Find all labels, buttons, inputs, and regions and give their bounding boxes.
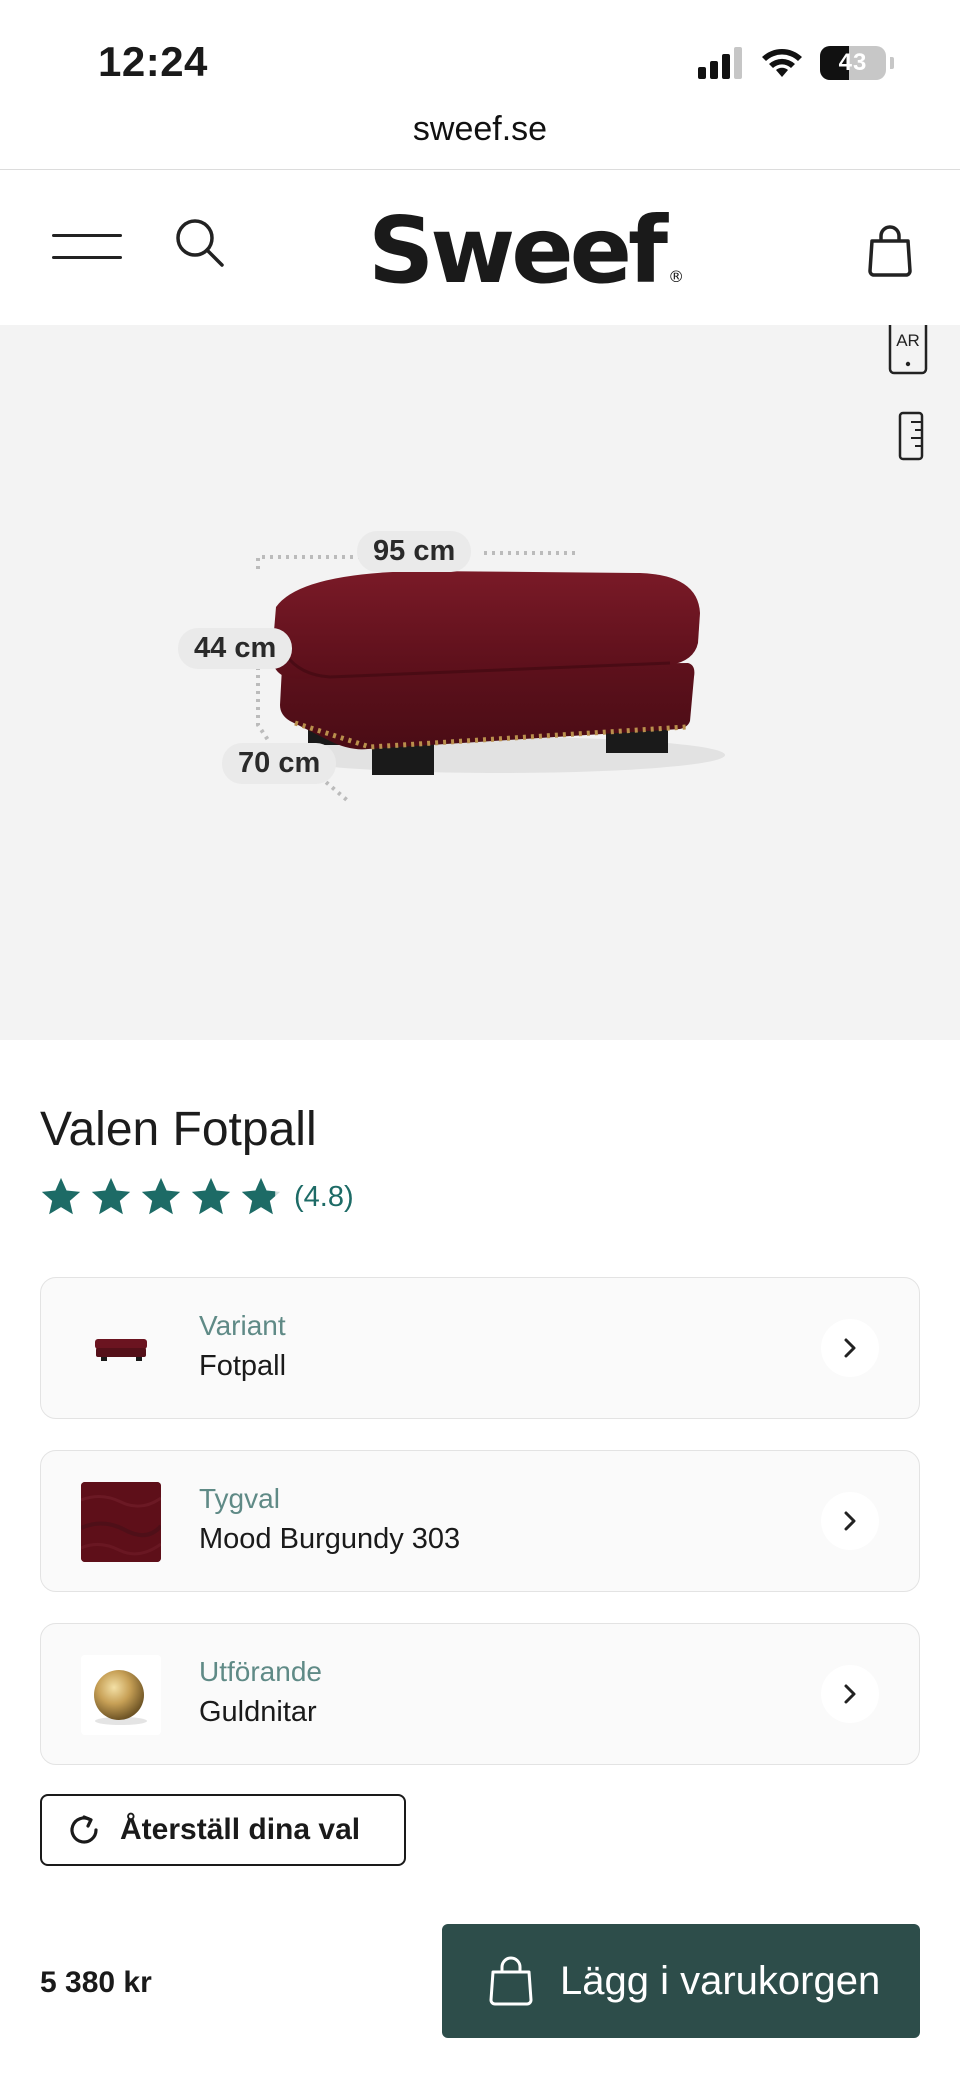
- reset-label: Återställ dina val: [120, 1813, 361, 1846]
- gold-stud-thumbnail: [81, 1655, 161, 1735]
- rating-value: (4.8): [294, 1180, 354, 1213]
- star-icon: [41, 1177, 81, 1215]
- option-fabric[interactable]: Tygval Mood Burgundy 303: [40, 1450, 920, 1592]
- battery-icon: 43: [820, 46, 886, 80]
- option-finish[interactable]: Utförande Guldnitar: [40, 1623, 920, 1765]
- url-text: sweef.se: [412, 110, 548, 148]
- cart-icon[interactable]: [866, 223, 914, 277]
- option-variant[interactable]: Variant Fotpall: [40, 1277, 920, 1419]
- star-partial-icon: [241, 1177, 281, 1215]
- option-label: Tygval: [199, 1483, 280, 1514]
- site-header: Sweef ®: [0, 171, 960, 325]
- option-label: Utförande: [199, 1656, 322, 1687]
- chevron-right-icon[interactable]: [821, 1665, 879, 1723]
- footstool-illustration: [256, 551, 725, 803]
- product-image[interactable]: AR 95 cm 44 cm 70 cm: [0, 325, 960, 1040]
- star-icon: [191, 1177, 231, 1215]
- chevron-right-icon[interactable]: [821, 1319, 879, 1377]
- logo-text: Sweef: [368, 197, 668, 304]
- shopping-bag-icon: [489, 1956, 533, 2006]
- footstool-thumbnail: [81, 1309, 161, 1389]
- chevron-right-icon[interactable]: [821, 1492, 879, 1550]
- status-time: 12:24: [98, 38, 208, 85]
- logo-registered-mark: ®: [668, 267, 685, 286]
- wifi-icon: [762, 49, 802, 77]
- signal-icon: [698, 47, 742, 79]
- option-value: Mood Burgundy 303: [199, 1523, 461, 1555]
- star-icon: [141, 1177, 181, 1215]
- reset-selections-button[interactable]: Återställ dina val: [40, 1794, 406, 1866]
- menu-icon[interactable]: [52, 232, 124, 262]
- product-price: 5 380 kr: [40, 1966, 152, 1999]
- dimension-width-label: 95 cm: [357, 531, 472, 572]
- dimension-height-label: 44 cm: [178, 628, 293, 669]
- fabric-swatch: [81, 1482, 161, 1562]
- star-icon: [91, 1177, 131, 1215]
- option-value: Fotpall: [199, 1350, 287, 1382]
- url-bar[interactable]: sweef.se: [0, 110, 960, 170]
- battery-tip: [890, 57, 894, 69]
- status-icons: 43: [698, 46, 894, 80]
- site-logo[interactable]: Sweef ®: [368, 197, 684, 304]
- dimension-depth-label: 70 cm: [222, 743, 337, 784]
- search-icon[interactable]: [172, 215, 228, 271]
- battery-level: 43: [838, 49, 868, 76]
- option-value: Guldnitar: [199, 1696, 317, 1728]
- status-bar: 12:24 43: [0, 0, 960, 110]
- add-to-cart-label: Lägg i varukorgen: [560, 1958, 881, 2003]
- option-label: Variant: [199, 1310, 286, 1341]
- product-title: Valen Fotpall: [40, 1103, 317, 1156]
- product-rating[interactable]: (4.8): [38, 1174, 354, 1220]
- add-to-cart-button[interactable]: Lägg i varukorgen: [442, 1924, 920, 2038]
- refresh-icon: [70, 1815, 98, 1844]
